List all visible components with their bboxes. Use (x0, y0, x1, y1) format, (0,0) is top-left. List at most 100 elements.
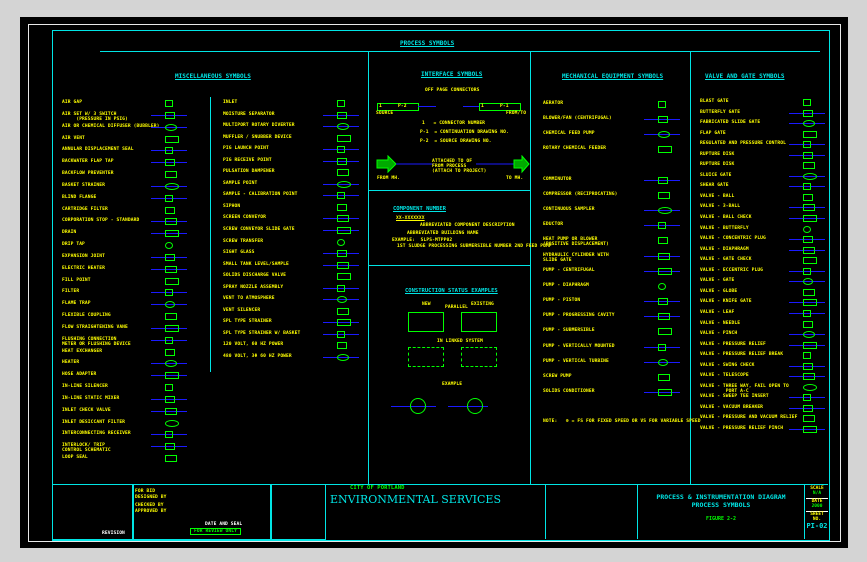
symbol-label: VALVE - PRESSURE RELIEF PINCH (700, 426, 784, 431)
process-symbol-icon (165, 265, 177, 273)
existing-label: EXISTING (471, 302, 494, 307)
symbol-label: SCREEN CONVEYOR (223, 215, 266, 221)
process-symbol-icon (165, 313, 177, 320)
symbol-label: VALVE - VACUUM BREAKER (700, 404, 764, 410)
process-symbol-icon (337, 261, 349, 269)
new-equipment-box (408, 312, 444, 332)
process-symbol-icon (803, 320, 813, 328)
off-page-heading: OFF PAGE CONNECTORS (425, 88, 480, 93)
divider (368, 190, 530, 191)
process-symbol-icon (803, 288, 815, 296)
symbol-label: BUTTERFLY GATE (700, 109, 741, 115)
symbol-label: VALVE - PRESSURE RELIEF BREAK (700, 352, 784, 358)
process-symbol-icon (803, 215, 817, 223)
symbol-label: SOLIDS DISCHARGE VALVE (223, 273, 287, 279)
process-symbol-icon (165, 194, 173, 202)
valves-heading: VALVE AND GATE SYMBOLS (705, 73, 785, 80)
process-symbol-icon (658, 191, 670, 199)
process-symbol-icon (165, 111, 175, 119)
symbol-label: PUMP - DIAPHRAGM (543, 282, 589, 288)
symbol-label: VALVE - LEAF (700, 309, 735, 315)
symbol-label: SOLIDS CONDITIONER (543, 389, 595, 394)
symbol-label: 120 VOLT, 60 HZ POWER (223, 342, 284, 348)
process-symbol-icon (337, 111, 347, 119)
symbol-label: FILTER (62, 289, 80, 295)
process-symbol-icon (803, 99, 811, 106)
symbol-label: MULTIPORT ROTARY DIVERTER (223, 123, 295, 129)
symbol-label: HYDRAULIC CYLINDER WITH SLIDE GATE (543, 252, 609, 263)
approval-block (270, 484, 326, 540)
symbol-label: REGULATED AND PRESSURE CONTROL (700, 141, 786, 147)
process-symbol-icon (658, 343, 666, 351)
process-symbol-icon (165, 407, 177, 415)
process-symbol-icon (165, 324, 179, 332)
symbol-label: VENT SILENCER (223, 307, 261, 313)
process-symbol-icon (658, 252, 670, 260)
process-symbol-icon (803, 299, 817, 307)
symbol-label: HEAT PUMP OR BLOWER (POSITIVE DISPLACEME… (543, 237, 609, 248)
date-value: 2000 (811, 504, 823, 509)
symbol-label: VALVE - CONCENTRIC PLUG (700, 236, 766, 242)
symbol-label: LOOP SEAL (62, 455, 88, 460)
process-symbol-icon (165, 100, 173, 107)
process-symbol-icon (165, 419, 179, 427)
symbol-label: FLOW STRAIGHTENING VANE (62, 324, 128, 330)
process-symbol-icon (803, 204, 815, 212)
symbol-label: ROTARY CHEMICAL FEEDER (543, 146, 607, 152)
pump-icon (467, 398, 483, 414)
process-symbol-icon (803, 225, 811, 233)
process-symbol-icon (165, 159, 175, 167)
process-symbol-icon (165, 147, 173, 155)
symbol-label: FLEXIBLE COUPLING (62, 313, 111, 318)
symbol-label: PUMP - PROGRESSING CAVITY (543, 313, 615, 319)
symbol-label: SAMPLE - CALIBRATION POINT (223, 192, 298, 198)
process-symbol-icon (658, 373, 670, 381)
symbol-label: INTERLOCK/ TRIP CONTROL SCHEMATIC (62, 443, 111, 454)
symbol-label: VALVE - PRESSURE RELIEF (700, 341, 766, 347)
symbol-label: SCREW PUMP (543, 373, 572, 379)
arrow-left-label: FROM MH. (377, 176, 400, 181)
symbol-label: VALVE - PRESSURE AND VACUUM RELIEF (700, 415, 798, 421)
symbol-label: BLAST GATE (700, 99, 729, 104)
divider (368, 52, 369, 484)
symbol-label: PUMP - VERTICALLY MOUNTED (543, 343, 615, 349)
construction-heading: CONSTRUCTION STATUS EXAMPLES (405, 288, 498, 294)
connector-number: 1 (379, 104, 382, 109)
symbol-label: RUPTURE DISK (700, 151, 735, 157)
divider (545, 484, 546, 539)
connector-tag: P-1 (500, 104, 509, 109)
symbol-label: INLET CHECK VALVE (62, 407, 111, 413)
symbol-label: BACKWATER FLAP TAP (62, 159, 114, 165)
process-symbol-icon (337, 330, 345, 338)
process-symbol-icon (803, 141, 811, 149)
symbol-label: BASKET STRAINER (62, 182, 105, 188)
symbol-label: SPRAY NOZZLE ASSEMBLY (223, 284, 284, 290)
process-symbol-icon (803, 130, 817, 138)
symbol-label: VALVE - 3-BALL (700, 204, 741, 210)
process-symbol-icon (803, 383, 817, 391)
symbol-label: AERATOR (543, 101, 564, 106)
connector-number: 1 (481, 104, 484, 109)
symbol-label: PIG RECEIVE POINT (223, 157, 272, 163)
symbol-label: IN-LINE STATIC MIXER (62, 395, 120, 401)
symbol-label: AIR SET W/ 3 SWITCH (PRESSURE IN PSIG) (62, 111, 128, 122)
process-symbol-icon (337, 342, 347, 350)
symbol-label: BLIND FLANGE (62, 194, 97, 200)
process-symbol-icon (337, 273, 351, 281)
process-symbol-icon (803, 236, 813, 244)
symbol-label: FLUSHING CONNECTION METER OR FLUSHING DE… (62, 336, 131, 347)
city-name: CITY OF PORTLAND (350, 485, 405, 491)
symbol-label: BACKFLOW PREVENTER (62, 171, 114, 176)
process-symbol-icon (165, 384, 173, 391)
process-symbol-icon (803, 426, 817, 433)
sheet-info: SCALE N/A DATE 2000 SHEET NO. PI-02 (806, 486, 828, 530)
to-label: FROM/TO (506, 111, 527, 116)
symbol-label: SCREW TRANSFER (223, 238, 264, 244)
divider (210, 97, 211, 372)
pump-icon (410, 398, 426, 414)
process-symbol-icon (803, 246, 815, 254)
process-symbol-icon (165, 431, 173, 439)
drawing-title-line2: PROCESS SYMBOLS (691, 501, 751, 509)
symbol-label: FLAP GATE (700, 130, 726, 136)
arrow-note: ATTACHED TO OF FROM PROCESS (ATTACH TO P… (432, 159, 487, 174)
